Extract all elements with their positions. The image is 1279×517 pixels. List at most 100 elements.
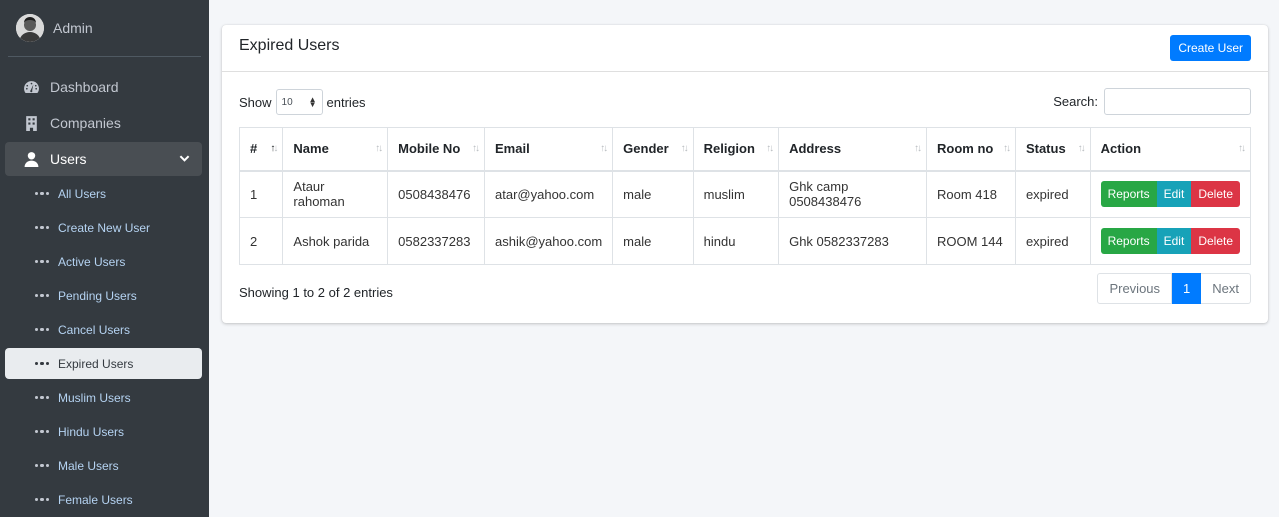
column-label: # bbox=[250, 141, 258, 157]
sidebar-item-label: Expired Users bbox=[58, 356, 134, 371]
cell-address: Ghk 0582337283 bbox=[778, 217, 927, 265]
sort-icon: ↑↓ bbox=[1077, 143, 1086, 154]
column-label: Religion bbox=[703, 141, 755, 157]
column-header-mobile[interactable]: Mobile No ↑↓ bbox=[387, 127, 486, 172]
next-page-button[interactable]: Next bbox=[1201, 273, 1251, 304]
pagination: Previous 1 Next bbox=[1097, 273, 1251, 304]
delete-button[interactable]: Delete bbox=[1191, 181, 1240, 208]
user-icon bbox=[21, 149, 41, 169]
sidebar-item-label: Female Users bbox=[58, 492, 133, 507]
cell-mobile: 0582337283 bbox=[387, 217, 486, 265]
cell-gender: male bbox=[612, 217, 694, 265]
users-submenu: All Users Create New User Active Users P… bbox=[0, 178, 209, 515]
cell-address: Ghk camp 0508438476 bbox=[778, 170, 927, 218]
action-button-group: Reports Edit Delete bbox=[1100, 181, 1240, 208]
column-header-room[interactable]: Room no ↑↓ bbox=[926, 127, 1016, 172]
entries-length-control: Show 10 ▲ ▼ entries bbox=[239, 89, 366, 115]
column-header-address[interactable]: Address ↑↓ bbox=[778, 127, 927, 172]
delete-button[interactable]: Delete bbox=[1191, 228, 1240, 254]
cell-email: atar@yahoo.com bbox=[484, 170, 614, 218]
ellipsis-icon bbox=[35, 497, 49, 502]
column-header-email[interactable]: Email ↑↓ bbox=[484, 127, 614, 172]
sidebar-item-female-users[interactable]: Female Users bbox=[5, 484, 202, 515]
ellipsis-icon bbox=[35, 191, 49, 196]
cell-number: 1 bbox=[238, 170, 284, 218]
sort-icon: ↑↓ bbox=[375, 143, 383, 154]
entries-label: entries bbox=[326, 94, 366, 110]
column-label: Email bbox=[495, 141, 530, 157]
search-label: Search: bbox=[1053, 94, 1098, 109]
page-1-button[interactable]: 1 bbox=[1172, 273, 1202, 304]
edit-button[interactable]: Edit bbox=[1156, 181, 1192, 208]
cell-religion: hindu bbox=[692, 217, 780, 265]
sidebar-item-label: Active Users bbox=[58, 254, 126, 269]
sidebar-item-label: Pending Users bbox=[58, 288, 137, 303]
column-header-gender[interactable]: Gender ↑↓ bbox=[612, 127, 694, 172]
ellipsis-icon bbox=[35, 463, 49, 468]
sidebar-item-label: Users bbox=[50, 151, 87, 167]
users-table: # ↑↓ Name ↑↓ Mobile No ↑↓ Email ↑↓ Gender ↑↓ … bbox=[238, 127, 1252, 265]
sidebar-item-label: Create New User bbox=[58, 220, 151, 235]
sidebar-item-cancel-users[interactable]: Cancel Users bbox=[5, 314, 202, 345]
sidebar-item-label: Dashboard bbox=[50, 79, 119, 95]
ellipsis-icon bbox=[35, 361, 49, 366]
chevron-down-icon bbox=[179, 155, 190, 162]
sidebar-item-label: Cancel Users bbox=[58, 322, 131, 337]
cell-number: 2 bbox=[238, 217, 284, 265]
ellipsis-icon bbox=[35, 225, 49, 230]
ellipsis-icon bbox=[35, 429, 49, 434]
sidebar-item-hindu-users[interactable]: Hindu Users bbox=[5, 416, 202, 447]
ellipsis-icon bbox=[35, 259, 49, 264]
table-row: 1 Ataur rahoman 0508438476 atar@yahoo.co… bbox=[238, 170, 1252, 218]
cell-religion: muslim bbox=[692, 170, 780, 218]
sidebar-item-muslim-users[interactable]: Muslim Users bbox=[5, 382, 202, 413]
sidebar-item-active-users[interactable]: Active Users bbox=[5, 246, 202, 277]
sort-icon: ↑↓ bbox=[914, 143, 922, 154]
ellipsis-icon bbox=[35, 327, 49, 332]
previous-page-button[interactable]: Previous bbox=[1097, 273, 1173, 304]
column-header-religion[interactable]: Religion ↑↓ bbox=[692, 127, 780, 172]
cell-actions: Reports Edit Delete bbox=[1089, 170, 1252, 218]
column-header-status[interactable]: Status ↑↓ bbox=[1014, 127, 1091, 172]
sidebar-item-expired-users[interactable]: Expired Users bbox=[5, 348, 202, 379]
column-header-number[interactable]: # ↑↓ bbox=[238, 127, 284, 172]
ellipsis-icon bbox=[35, 395, 49, 400]
sidebar-item-pending-users[interactable]: Pending Users bbox=[5, 280, 202, 311]
card-header: Expired Users Create User bbox=[222, 25, 1268, 72]
search-control: Search: bbox=[1053, 88, 1251, 115]
cell-gender: male bbox=[612, 170, 694, 218]
sidebar-item-label: Hindu Users bbox=[58, 424, 125, 439]
search-input[interactable] bbox=[1104, 88, 1251, 115]
column-header-action[interactable]: Action ↑↓ bbox=[1089, 127, 1252, 172]
column-label: Status bbox=[1025, 141, 1066, 157]
sidebar-item-label: Companies bbox=[50, 115, 121, 131]
column-header-name[interactable]: Name ↑↓ bbox=[282, 127, 389, 172]
sidebar-item-dashboard[interactable]: Dashboard bbox=[5, 70, 202, 104]
cell-name: Ashok parida bbox=[282, 217, 389, 265]
building-icon bbox=[21, 113, 41, 133]
sidebar-item-companies[interactable]: Companies bbox=[5, 106, 202, 140]
entries-select-wrap: 10 ▲ ▼ bbox=[272, 89, 327, 115]
reports-button[interactable]: Reports bbox=[1100, 228, 1157, 254]
users-card: Expired Users Create User Show 10 ▲ ▼ ent… bbox=[222, 25, 1268, 323]
user-name: Admin bbox=[53, 20, 93, 36]
page-title: Expired Users bbox=[239, 37, 340, 54]
sort-icon: ↑↓ bbox=[1238, 143, 1246, 154]
sidebar-item-users[interactable]: Users bbox=[5, 142, 202, 176]
reports-button[interactable]: Reports bbox=[1100, 181, 1157, 208]
sidebar-item-create-new-user[interactable]: Create New User bbox=[5, 212, 202, 243]
column-label: Name bbox=[293, 141, 329, 157]
cell-mobile: 0508438476 bbox=[387, 170, 486, 218]
avatar bbox=[16, 14, 44, 42]
dashboard-icon bbox=[21, 77, 41, 97]
user-panel[interactable]: Admin bbox=[8, 0, 201, 57]
sidebar-item-all-users[interactable]: All Users bbox=[5, 178, 202, 209]
edit-button[interactable]: Edit bbox=[1156, 228, 1192, 254]
ellipsis-icon bbox=[35, 293, 49, 298]
sort-asc-icon: ↑↓ bbox=[270, 143, 278, 154]
sidebar-item-male-users[interactable]: Male Users bbox=[5, 450, 202, 481]
cell-status: expired bbox=[1014, 170, 1091, 218]
create-user-button[interactable]: Create User bbox=[1170, 35, 1251, 61]
entries-select[interactable]: 10 bbox=[275, 89, 323, 115]
cell-room: Room 418 bbox=[926, 170, 1016, 218]
